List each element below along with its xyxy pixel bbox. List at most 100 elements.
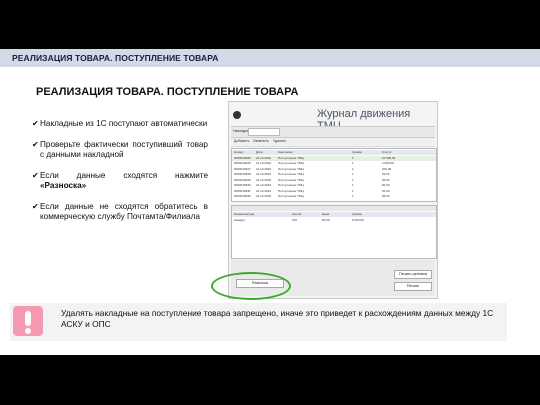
- table-cell: 21.12.2016: [256, 161, 272, 165]
- table-cell: 60,00: [382, 183, 390, 187]
- filter-input[interactable]: [248, 128, 280, 136]
- table-cell: 0000010928: [234, 172, 251, 176]
- table-cell: 45,00: [382, 188, 390, 193]
- table-cell: 60,00: [322, 217, 330, 222]
- table-cell: Сумма: [352, 150, 362, 154]
- bullet-text: Если данные не сходятся обратитесь в ком…: [40, 201, 208, 222]
- table-row[interactable]: 0000010928 21.12.2016 Поступление ТМЦ 1 52,0…: [232, 172, 436, 177]
- bullet-item: ✔ Если данные не сходятся обратитесь в к…: [32, 202, 208, 223]
- table-cell: Номер: [234, 150, 244, 154]
- filter-row: Накладные: [231, 126, 435, 138]
- table-cell: 1: [352, 155, 354, 160]
- warning-text: Удалять накладные на поступление товара …: [61, 308, 494, 329]
- check-icon: ✔: [32, 119, 39, 128]
- table-cell: 0000010930: [234, 183, 251, 187]
- table-cell: Сумма: [352, 212, 362, 216]
- table-row[interactable]: 0000010929 21.12.2016 Поступление ТМЦ 1 36,0…: [232, 178, 436, 183]
- app-screenshot: Журнал движения ТМЦ Накладные Добавить И…: [228, 101, 438, 299]
- table-cell: 1: [352, 194, 354, 198]
- table-row[interactable]: Конверт 100 60,00 6 000,00: [232, 218, 436, 223]
- table-cell: Поступление ТМЦ: [278, 194, 304, 198]
- slide: РЕАЛИЗАЦИЯ ТОВАРА. ПОСТУПЛЕНИЕ ТОВАРА РЕ…: [0, 49, 540, 355]
- bullet-text: Проверьте фактически поступивший товар с…: [40, 139, 208, 160]
- table-cell: Статус: [382, 150, 392, 154]
- bullet-text: Если данные сходятся нажмите «Разноска»: [40, 171, 208, 192]
- table-cell: 21.12.2016: [256, 155, 272, 160]
- top-bar: РЕАЛИЗАЦИЯ ТОВАРА. ПОСТУПЛЕНИЕ ТОВАРА: [0, 49, 540, 67]
- bullet-item: ✔ Накладные из 1С поступают автоматическ…: [32, 119, 208, 130]
- table-cell: 1: [352, 177, 354, 182]
- table-cell: 2 000,00: [382, 161, 394, 165]
- table-cell: 0000010932: [234, 194, 251, 198]
- table-cell: 200,00: [382, 166, 392, 171]
- table-cell: Поступление ТМЦ: [278, 183, 304, 187]
- table-cell: Цена: [322, 212, 330, 216]
- warning-box: Удалять накладные на поступление товара …: [10, 303, 507, 341]
- toolbar: Добавить Изменить Удалить: [231, 138, 435, 147]
- table-cell: Номенклатура: [234, 212, 255, 216]
- table-row[interactable]: 0000010931 21.12.2016 Поступление ТМЦ 1 45,0…: [232, 189, 436, 194]
- table-cell: 21.12.2016: [256, 172, 272, 176]
- invoice-table: Номер Дата Контрагент Сумма Статус 0000010925…: [231, 148, 437, 202]
- table-cell: 52,00: [382, 172, 390, 176]
- table-cell: Поступление ТМЦ: [278, 155, 304, 160]
- exclamation-icon: [13, 306, 43, 336]
- page-title: РЕАЛИЗАЦИЯ ТОВАРА. ПОСТУПЛЕНИЕ ТОВАРА: [36, 86, 299, 98]
- table-cell: 21.12.2016: [256, 166, 272, 171]
- add-button[interactable]: Добавить: [234, 139, 249, 143]
- table-cell: 58,00: [382, 194, 390, 198]
- table-row[interactable]: 0000010930 21.12.2016 Поступление ТМЦ 1 60,0…: [232, 183, 436, 188]
- table-row[interactable]: 0000010927 21.12.2016 Поступление ТМЦ 1 200,…: [232, 167, 436, 172]
- table-cell: 0000010925: [234, 155, 251, 160]
- bullet-text: Накладные из 1С поступают автоматически: [40, 119, 208, 128]
- table-row[interactable]: 0000010932 21.12.2016 Поступление ТМЦ 1 58,0…: [232, 194, 436, 199]
- table-cell: 21.12.2016: [256, 188, 272, 193]
- table-cell: 0000010929: [234, 177, 251, 182]
- table-cell: 1: [352, 188, 354, 193]
- table-cell: Поступление ТМЦ: [278, 172, 304, 176]
- table-cell: Контрагент: [278, 150, 294, 154]
- detail-tabs: [232, 206, 436, 211]
- table-cell: 0000010927: [234, 166, 251, 171]
- table-row[interactable]: 0000010926 21.12.2016 Поступление ТМЦ 1 2 00…: [232, 161, 436, 166]
- table-cell: 1: [352, 161, 354, 165]
- table-cell: 21.12.2016: [256, 183, 272, 187]
- table-cell: Поступление ТМЦ: [278, 166, 304, 171]
- table-cell: 10 000,00: [382, 155, 396, 160]
- check-icon: ✔: [32, 139, 39, 149]
- table-cell: 36,00: [382, 177, 390, 182]
- table-cell: 100: [292, 217, 298, 222]
- table-cell: 6 000,00: [352, 217, 364, 222]
- delete-button[interactable]: Удалить: [273, 139, 286, 143]
- table-cell: Поступление ТМЦ: [278, 161, 304, 165]
- header-title: РЕАЛИЗАЦИЯ ТОВАРА. ПОСТУПЛЕНИЕ ТОВАРА: [12, 53, 219, 63]
- print-prices-button[interactable]: Печать ценника: [394, 270, 432, 279]
- print-button[interactable]: Печать: [394, 282, 432, 291]
- edit-button[interactable]: Изменить: [253, 139, 269, 143]
- table-cell: 0000010926: [234, 161, 251, 165]
- table-cell: 1: [352, 183, 354, 187]
- highlight-oval: [211, 272, 291, 300]
- invoice-detail-table: Номенклатура Кол-во Цена Сумма Конверт 100 60,…: [231, 205, 437, 259]
- app-logo-icon: [233, 111, 241, 119]
- table-cell: Кол-во: [292, 212, 302, 216]
- table-cell: Поступление ТМЦ: [278, 188, 304, 193]
- table-cell: Поступление ТМЦ: [278, 177, 304, 182]
- bullet-item: ✔ Если данные сходятся нажмите «Разноска…: [32, 171, 208, 192]
- table-header: Номер Дата Контрагент Сумма Статус: [232, 150, 436, 155]
- bullet-item: ✔ Проверьте фактически поступивший товар…: [32, 140, 208, 161]
- table-cell: 1: [352, 172, 354, 176]
- table-header: Номенклатура Кол-во Цена Сумма: [232, 212, 436, 217]
- table-cell: Конверт: [234, 217, 246, 222]
- bullet-text-plain: Если данные сходятся нажмите: [40, 170, 208, 180]
- check-icon: ✔: [32, 170, 39, 180]
- table-cell: 1: [352, 166, 354, 171]
- check-icon: ✔: [32, 201, 39, 211]
- table-row[interactable]: 0000010925 21.12.2016 Поступление ТМЦ 1 10 0…: [232, 155, 436, 161]
- bullet-list: ✔ Накладные из 1С поступают автоматическ…: [32, 119, 208, 233]
- bullet-text-bold: «Разноска»: [40, 181, 87, 190]
- table-cell: 0000010931: [234, 188, 251, 193]
- table-cell: 21.12.2016: [256, 177, 272, 182]
- table-cell: 21.12.2016: [256, 194, 272, 198]
- table-cell: Дата: [256, 150, 263, 154]
